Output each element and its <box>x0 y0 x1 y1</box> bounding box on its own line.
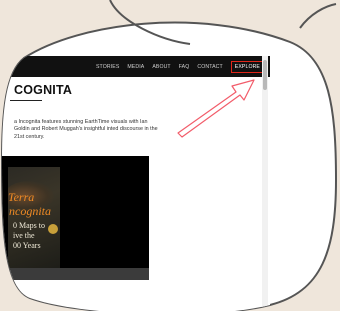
nav-about[interactable]: ABOUT <box>152 64 170 70</box>
seal-icon <box>48 224 58 234</box>
video-control-bar[interactable] <box>0 268 149 280</box>
top-nav-bar: STORIES MEDIA ABOUT FAQ CONTACT EXPLORE <box>0 56 270 77</box>
screenshot-stage: STORIES MEDIA ABOUT FAQ CONTACT EXPLORE … <box>0 0 340 311</box>
page-description: a Incognita features stunning EarthTime … <box>14 119 158 140</box>
decor-line-icon <box>299 3 337 29</box>
title-underline <box>10 100 42 101</box>
book-title-line1: Terra <box>8 190 35 204</box>
nav-explore[interactable]: EXPLORE <box>231 61 264 73</box>
book-subtitle: 0 Maps to ive the 00 Years <box>13 221 45 250</box>
scrollbar-track[interactable] <box>262 56 268 311</box>
nav-faq[interactable]: FAQ <box>179 64 190 70</box>
scrollbar-thumb[interactable] <box>263 60 267 90</box>
book-cover: Terra ncognita 0 Maps to ive the 00 Year… <box>8 167 60 270</box>
clipped-viewport: STORIES MEDIA ABOUT FAQ CONTACT EXPLORE … <box>0 0 340 311</box>
page-title: COGNITA <box>14 83 73 97</box>
nav-menu: STORIES MEDIA ABOUT FAQ CONTACT EXPLORE <box>96 56 264 77</box>
nav-media[interactable]: MEDIA <box>127 64 144 70</box>
nav-stories[interactable]: STORIES <box>96 64 119 70</box>
book-title-line2: ncognita <box>9 204 51 218</box>
nav-contact[interactable]: CONTACT <box>197 64 222 70</box>
webpage: STORIES MEDIA ABOUT FAQ CONTACT EXPLORE … <box>0 56 270 311</box>
